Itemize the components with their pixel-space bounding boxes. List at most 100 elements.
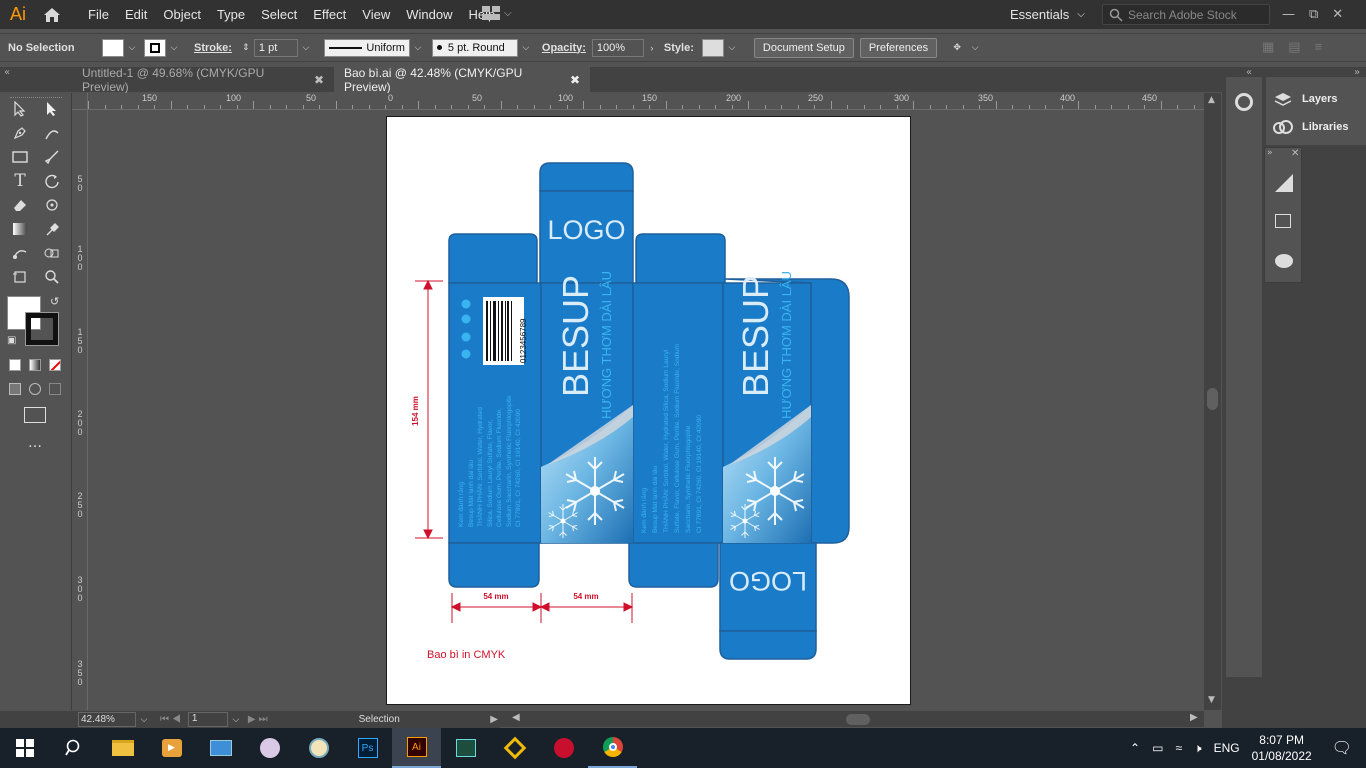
chevron-down-icon[interactable]: ⌵ <box>724 39 740 57</box>
document-setup-button[interactable]: Document Setup <box>753 37 854 58</box>
selection-tool-icon[interactable] <box>8 98 32 120</box>
variable-width-profile[interactable]: Uniform <box>323 38 410 57</box>
screen-mode-icon[interactable] <box>24 407 46 423</box>
draw-normal-icon[interactable] <box>9 383 21 395</box>
scroll-left-icon[interactable]: ◀ <box>512 712 520 723</box>
tab-bao-bi[interactable]: Bao bì.ai @ 42.48% (CMYK/GPU Preview) ✖ <box>334 66 590 94</box>
gradient-mode-icon[interactable] <box>29 359 41 371</box>
rectangle-tool-icon[interactable] <box>8 146 32 168</box>
graphic-style-swatch[interactable] <box>701 38 724 57</box>
windows-start-icon[interactable] <box>0 728 49 768</box>
distribute-icon[interactable]: ▤ <box>1288 39 1300 55</box>
chevron-down-icon[interactable]: ⌵ <box>124 39 140 57</box>
chevron-down-icon[interactable]: ⌵ <box>518 39 534 57</box>
stroke-color-swatch[interactable] <box>25 312 59 346</box>
blend-tool-icon[interactable] <box>8 242 32 264</box>
chevron-down-icon[interactable]: ⌵ <box>166 39 182 57</box>
show-hidden-icons-icon[interactable]: ⌃ <box>1130 741 1140 755</box>
chrome-icon[interactable] <box>588 728 637 768</box>
tab-untitled-1[interactable]: Untitled-1 @ 49.68% (CMYK/GPU Preview) ✖ <box>72 66 334 94</box>
align-icon[interactable]: ▦ <box>1262 39 1274 55</box>
menu-type[interactable]: Type <box>209 7 253 22</box>
terminal-app-icon[interactable] <box>441 728 490 768</box>
vertical-scrollbar[interactable]: ▲ ▼ <box>1204 93 1221 710</box>
brush-definition[interactable]: 5 pt. Round <box>431 38 518 57</box>
artboard-nav-next-last[interactable]: ▶⏭ <box>248 714 271 725</box>
panel-menu-icon[interactable]: ≡ <box>1315 39 1323 55</box>
scroll-down-icon[interactable]: ▼ <box>1208 695 1215 705</box>
paintbrush-tool-icon[interactable] <box>40 146 64 168</box>
zoom-tool-icon[interactable] <box>40 266 64 288</box>
layers-tab[interactable]: Layers <box>1274 91 1337 107</box>
taskbar-search-icon[interactable] <box>49 728 98 768</box>
direct-selection-tool-icon[interactable] <box>40 98 64 120</box>
default-colors-icon[interactable]: ▣ <box>7 335 16 346</box>
chevron-right-icon[interactable]: › <box>644 39 660 57</box>
fill-swatch[interactable] <box>102 38 124 57</box>
artboard-nav-first-prev[interactable]: ⏮◀ <box>160 714 184 725</box>
scroll-right-icon[interactable]: ▶ <box>1190 712 1198 723</box>
ruler-origin[interactable] <box>72 93 88 110</box>
home-icon[interactable] <box>36 0 68 29</box>
pen-tool-icon[interactable] <box>8 122 32 144</box>
media-player-icon[interactable]: ▶ <box>147 728 196 768</box>
draw-inside-icon[interactable] <box>49 383 61 395</box>
menu-window[interactable]: Window <box>398 7 460 22</box>
chevron-down-icon[interactable]: ⌵ <box>228 712 244 727</box>
expand-group-icon[interactable]: » <box>1267 148 1273 158</box>
curvature-tool-icon[interactable] <box>40 122 64 144</box>
close-group-icon[interactable]: ✕ <box>1291 148 1299 159</box>
swap-colors-icon[interactable]: ↺ <box>50 295 59 308</box>
gradient-tool-icon[interactable] <box>8 218 32 240</box>
preferences-button[interactable]: Preferences <box>859 37 938 58</box>
app-icon-fish[interactable] <box>245 728 294 768</box>
transform-icon[interactable]: ✥ <box>947 39 967 57</box>
battery-icon[interactable]: ▭ <box>1152 741 1163 755</box>
none-mode-icon[interactable] <box>49 359 61 371</box>
search-adobe-stock-input[interactable]: Search Adobe Stock <box>1102 4 1270 25</box>
horizontal-scroll-thumb[interactable] <box>846 714 870 725</box>
close-tab-icon[interactable]: ✖ <box>570 73 580 87</box>
menu-file[interactable]: File <box>80 7 117 22</box>
chevron-down-icon[interactable]: ⌵ <box>967 39 983 57</box>
close-icon[interactable]: ✕ <box>1332 7 1343 22</box>
color-guide-icon[interactable] <box>1275 254 1293 268</box>
eraser-tool-icon[interactable] <box>8 194 32 216</box>
opacity-field[interactable]: 100% <box>591 38 644 57</box>
close-tab-icon[interactable]: ✖ <box>314 73 324 87</box>
edit-toolbar-icon[interactable]: … <box>28 435 43 451</box>
chevron-down-icon[interactable]: ⌵ <box>410 39 426 57</box>
notifications-icon[interactable]: 🗨 <box>1332 738 1352 758</box>
horizontal-scrollbar[interactable]: ◀ ▶ <box>500 711 1204 727</box>
arrange-documents-button[interactable]: ⌵ <box>482 6 512 20</box>
garena-icon[interactable] <box>539 728 588 768</box>
remote-desktop-icon[interactable] <box>196 728 245 768</box>
artboard-number-field[interactable]: 1 <box>187 712 228 727</box>
binance-icon[interactable] <box>490 728 539 768</box>
properties-icon[interactable] <box>1235 93 1253 111</box>
stepper-icon[interactable]: ⇕ <box>238 39 254 57</box>
align-panel-icon[interactable] <box>1275 214 1291 228</box>
vertical-scroll-thumb[interactable] <box>1207 388 1218 410</box>
paint-app-icon[interactable] <box>294 728 343 768</box>
transform-panel-icon[interactable] <box>1275 174 1293 192</box>
illustrator-taskbar-icon[interactable]: Ai <box>392 728 441 768</box>
type-tool-icon[interactable]: T <box>8 170 32 192</box>
chevron-down-icon[interactable]: ⌵ <box>136 712 152 727</box>
file-explorer-icon[interactable] <box>98 728 147 768</box>
collapse-toolbar-icon[interactable]: « <box>4 67 10 78</box>
artboard-tool-icon[interactable] <box>8 266 32 288</box>
libraries-tab[interactable]: Libraries <box>1272 119 1348 135</box>
draw-behind-icon[interactable] <box>29 383 41 395</box>
restore-icon[interactable]: ⧉ <box>1309 7 1318 22</box>
stroke-swatch[interactable] <box>144 38 166 57</box>
stroke-weight-field[interactable]: 1 pt <box>253 38 298 57</box>
scroll-up-icon[interactable]: ▲ <box>1208 95 1215 105</box>
menu-object[interactable]: Object <box>155 7 209 22</box>
rotate-tool-icon[interactable] <box>40 170 64 192</box>
shape-builder-tool-icon[interactable] <box>40 242 64 264</box>
menu-edit[interactable]: Edit <box>117 7 155 22</box>
canvas[interactable]: LOGO LOGO BESUP HƯƠNG THƠM DÀI LÂU BESUP… <box>88 111 1204 710</box>
artboard[interactable]: LOGO LOGO BESUP HƯƠNG THƠM DÀI LÂU BESUP… <box>386 116 911 705</box>
puppet-warp-tool-icon[interactable] <box>40 194 64 216</box>
